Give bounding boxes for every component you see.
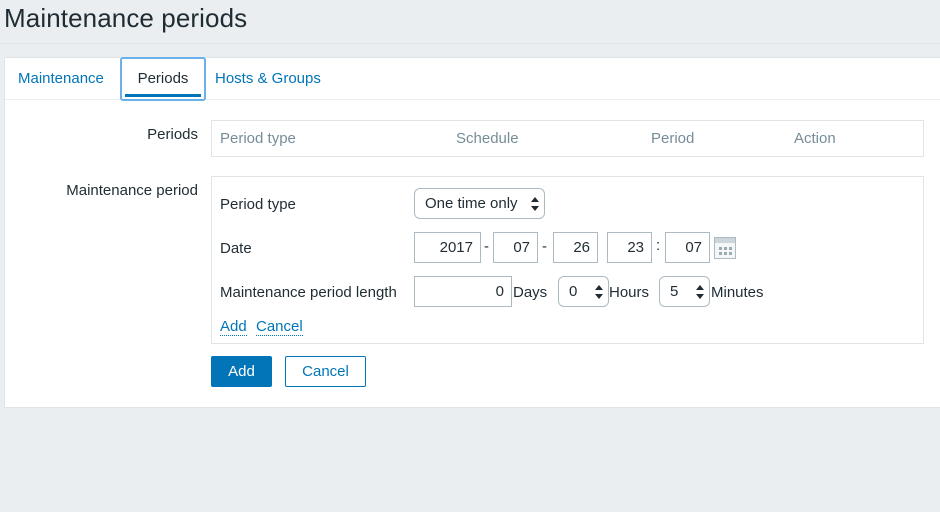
- cancel-button[interactable]: Cancel: [285, 356, 366, 387]
- select-arrows-icon: [531, 197, 539, 211]
- date-separator: -: [542, 238, 547, 255]
- date-year-input[interactable]: 2017: [414, 232, 481, 263]
- tab-periods[interactable]: Periods: [120, 57, 206, 101]
- period-hours-select[interactable]: 0: [558, 276, 609, 307]
- date-hour-input[interactable]: 23: [607, 232, 652, 263]
- periods-table: Period type Schedule Period Action: [211, 120, 924, 157]
- period-hours-value: 0: [569, 283, 578, 300]
- select-arrows-icon: [595, 285, 603, 299]
- maintenance-period-label: Maintenance period: [66, 182, 198, 199]
- calendar-icon[interactable]: [714, 237, 736, 259]
- tab-bar: Maintenance Periods Hosts & Groups: [5, 57, 940, 101]
- column-header-period-type: Period type: [220, 130, 296, 147]
- column-header-action: Action: [794, 130, 836, 147]
- tab-hosts-groups[interactable]: Hosts & Groups: [215, 58, 321, 100]
- add-button[interactable]: Add: [211, 356, 272, 387]
- hours-unit-label: Hours: [609, 284, 650, 301]
- column-header-period: Period: [651, 130, 695, 147]
- period-days-input[interactable]: 0: [414, 276, 512, 307]
- date-label: Date: [220, 240, 252, 257]
- period-type-select[interactable]: One time only: [414, 188, 545, 219]
- date-day-input[interactable]: 26: [553, 232, 598, 263]
- period-minutes-value: 5: [670, 283, 679, 300]
- select-arrows-icon: [696, 285, 704, 299]
- date-month-input[interactable]: 07: [493, 232, 538, 263]
- date-minute-input[interactable]: 07: [665, 232, 710, 263]
- days-unit-label: Days: [513, 284, 548, 301]
- maintenance-form-panel: Maintenance Periods Hosts & Groups Perio…: [4, 57, 940, 408]
- add-period-link[interactable]: Add: [220, 318, 247, 336]
- tab-maintenance[interactable]: Maintenance: [18, 58, 104, 100]
- title-divider: [0, 43, 940, 44]
- periods-label: Periods: [147, 126, 198, 143]
- page-title: Maintenance periods: [4, 3, 248, 33]
- period-minutes-select[interactable]: 5: [659, 276, 710, 307]
- date-separator: -: [484, 238, 489, 255]
- period-length-label: Maintenance period length: [220, 284, 397, 301]
- tab-periods-label: Periods: [137, 70, 189, 87]
- active-tab-indicator: [125, 94, 201, 97]
- period-type-value: One time only: [425, 195, 518, 212]
- minutes-unit-label: Minutes: [711, 284, 764, 301]
- column-header-schedule: Schedule: [456, 130, 519, 147]
- time-separator: :: [656, 237, 661, 254]
- cancel-period-link[interactable]: Cancel: [256, 318, 303, 336]
- period-type-label: Period type: [220, 196, 296, 213]
- maintenance-period-box: Period type One time only Date 2017 - 07…: [211, 176, 924, 344]
